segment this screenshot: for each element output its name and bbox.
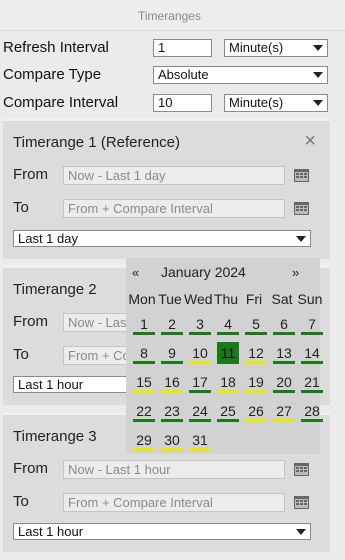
timerange-3-preset-value: Last 1 hour <box>18 524 84 539</box>
weekday-thu: Thu <box>213 291 239 307</box>
day-11[interactable]: 11 <box>217 342 239 364</box>
timerange-3-to-input[interactable]: From + Compare Interval <box>63 493 285 512</box>
calendar-icon[interactable] <box>294 169 309 182</box>
day-24[interactable]: 24 <box>189 400 211 422</box>
timerange-3-from-input[interactable]: Now - Last 1 hour <box>63 460 285 479</box>
timerange-2-preset-value: Last 1 hour <box>18 377 84 392</box>
chevron-down-icon <box>313 45 323 51</box>
compare-interval-unit-select[interactable]: Minute(s) <box>224 94 328 112</box>
timerange-1-panel: Timerange 1 (Reference) × From Now - Las… <box>3 118 330 259</box>
day-15[interactable]: 15 <box>133 371 155 393</box>
day-31[interactable]: 31 <box>189 429 211 451</box>
chevron-down-icon <box>296 529 306 535</box>
day-10[interactable]: 10 <box>189 342 211 364</box>
refresh-interval-unit-value: Minute(s) <box>229 40 284 55</box>
timerange-2-to-label: To <box>13 346 29 363</box>
next-month-button[interactable]: » <box>292 265 299 280</box>
day-7[interactable]: 7 <box>301 313 323 335</box>
day-26[interactable]: 26 <box>245 400 267 422</box>
header-title: Timeranges <box>138 9 201 23</box>
weekday-tue: Tue <box>158 291 182 307</box>
day-12[interactable]: 12 <box>245 342 267 364</box>
timerange-1-to-label: To <box>13 199 29 216</box>
calendar-icon[interactable] <box>294 463 309 476</box>
compare-type-value: Absolute <box>158 67 209 82</box>
day-2[interactable]: 2 <box>161 313 183 335</box>
calendar-icon[interactable] <box>294 202 309 215</box>
day-16[interactable]: 16 <box>161 371 183 393</box>
timerange-1-from-label: From <box>13 166 48 183</box>
weekday-fri: Fri <box>245 291 263 307</box>
compare-type-select[interactable]: Absolute <box>153 66 328 84</box>
day-14[interactable]: 14 <box>301 342 323 364</box>
weekday-sun: Sun <box>297 291 323 307</box>
day-9[interactable]: 9 <box>161 342 183 364</box>
timerange-1-preset-select[interactable]: Last 1 day <box>13 230 311 247</box>
day-29[interactable]: 29 <box>133 429 155 451</box>
day-27[interactable]: 27 <box>273 400 295 422</box>
refresh-interval-unit-select[interactable]: Minute(s) <box>224 39 328 57</box>
refresh-interval-label: Refresh Interval <box>3 39 109 56</box>
timerange-3-from-label: From <box>13 460 48 477</box>
day-23[interactable]: 23 <box>161 400 183 422</box>
close-icon[interactable]: × <box>304 131 316 151</box>
header: Timeranges <box>0 0 345 31</box>
datepicker: « January 2024 » Mon Tue Wed Thu Fri Sat Sun 1… <box>126 258 323 454</box>
day-8[interactable]: 8 <box>133 342 155 364</box>
weekday-wed: Wed <box>184 291 213 307</box>
datepicker-title: January 2024 <box>161 264 246 280</box>
day-28[interactable]: 28 <box>301 400 323 422</box>
weekday-sat: Sat <box>271 291 293 307</box>
chevron-down-icon <box>296 236 306 242</box>
day-19[interactable]: 19 <box>245 371 267 393</box>
day-5[interactable]: 5 <box>245 313 267 335</box>
compare-interval-unit-value: Minute(s) <box>229 95 284 110</box>
day-18[interactable]: 18 <box>217 371 239 393</box>
timerange-3-preset-select[interactable]: Last 1 hour <box>13 523 311 540</box>
chevron-down-icon <box>313 100 323 106</box>
day-20[interactable]: 20 <box>273 371 295 393</box>
day-3[interactable]: 3 <box>189 313 211 335</box>
day-21[interactable]: 21 <box>301 371 323 393</box>
timerange-3-to-label: To <box>13 493 29 510</box>
day-6[interactable]: 6 <box>273 313 295 335</box>
prev-month-button[interactable]: « <box>132 265 139 280</box>
chevron-down-icon <box>313 72 323 78</box>
day-17[interactable]: 17 <box>189 371 211 393</box>
timerange-2-title: Timerange 2 <box>13 281 97 298</box>
weekday-mon: Mon <box>128 291 156 307</box>
timerange-1-title: Timerange 1 (Reference) <box>13 134 181 151</box>
day-4[interactable]: 4 <box>217 313 239 335</box>
timerange-1-to-input[interactable]: From + Compare Interval <box>63 199 285 218</box>
timerange-1-from-input[interactable]: Now - Last 1 day <box>63 166 285 185</box>
compare-interval-label: Compare Interval <box>3 94 119 111</box>
timerange-3-title: Timerange 3 <box>13 428 97 445</box>
refresh-interval-input[interactable]: 1 <box>153 39 212 57</box>
day-30[interactable]: 30 <box>161 429 183 451</box>
calendar-icon[interactable] <box>294 496 309 509</box>
timerange-1-preset-value: Last 1 day <box>18 231 78 246</box>
compare-type-label: Compare Type <box>3 66 102 83</box>
day-1[interactable]: 1 <box>133 313 155 335</box>
timerange-2-from-label: From <box>13 313 48 330</box>
compare-interval-input[interactable]: 10 <box>153 94 212 112</box>
day-22[interactable]: 22 <box>133 400 155 422</box>
day-25[interactable]: 25 <box>217 400 239 422</box>
day-13[interactable]: 13 <box>273 342 295 364</box>
